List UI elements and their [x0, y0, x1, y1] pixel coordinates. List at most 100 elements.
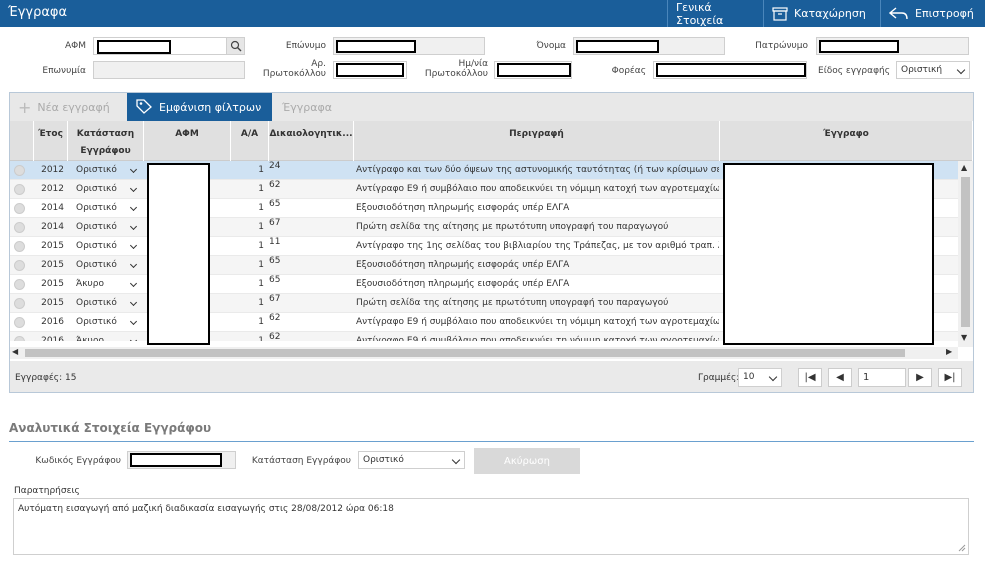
row-select-radio[interactable]	[14, 260, 25, 271]
rows-per-page-label: Γραμμές:	[698, 373, 740, 383]
scroll-down-icon[interactable]: ▼	[961, 333, 967, 342]
redacted-patronymo	[819, 40, 899, 53]
rows-per-page-select[interactable]: 10	[738, 368, 782, 387]
cell-status[interactable]: Οριστικό	[76, 237, 136, 256]
row-select-radio[interactable]	[14, 222, 25, 233]
remarks-textarea[interactable]: Αυτόματη εισαγωγή από μαζική διαδικασία …	[13, 498, 969, 555]
cancel-document-button[interactable]: Ακύρωση εγγράφου	[474, 448, 580, 491]
back-button[interactable]: Επιστροφή	[880, 0, 985, 27]
cell-status[interactable]: Οριστικό	[76, 313, 136, 332]
redacted-onoma	[576, 40, 659, 53]
cell-desc: Εξουσιοδότηση πληρωμής εισφοράς υπέρ ΕΛΓ…	[356, 279, 570, 289]
cell-dik: 65	[269, 199, 281, 209]
page-number-input[interactable]: 1	[858, 368, 906, 387]
redacted-foreas	[656, 63, 806, 77]
cell-aa: 1	[258, 203, 264, 213]
cell-aa: 1	[258, 317, 264, 327]
doc-status-label: Κατάσταση Εγγράφου	[251, 456, 351, 466]
redacted-im-protokollou	[497, 63, 571, 77]
cell-dik: 67	[269, 294, 281, 304]
vertical-scroll-thumb[interactable]	[961, 177, 970, 327]
col-desc[interactable]: Περιγραφή	[354, 121, 720, 161]
show-filters-tab[interactable]: Εμφάνιση φίλτρων	[127, 93, 272, 121]
cell-status[interactable]: Άκυρο	[76, 332, 136, 341]
row-select-radio[interactable]	[14, 165, 25, 176]
prev-page-icon: ◀	[836, 372, 844, 383]
row-select-radio[interactable]	[14, 279, 25, 290]
details-section-title: Αναλυτικά Στοιχεία Εγγράφου	[9, 421, 212, 435]
afm-search-button[interactable]	[226, 37, 245, 55]
cell-status[interactable]: Οριστικό	[76, 294, 136, 313]
row-select-radio[interactable]	[14, 184, 25, 195]
panel-tabs: + Νέα εγγραφή Εμφάνιση φίλτρων Έγγραφα	[10, 93, 973, 121]
doc-status-select[interactable]: Οριστικό	[358, 451, 465, 469]
cell-desc: Αντίγραφο και των δύο όψεων της αστυνομι…	[356, 165, 719, 175]
cell-status[interactable]: Άκυρο	[76, 275, 136, 294]
col-status[interactable]: Κατάσταση Εγγράφου	[68, 121, 144, 161]
first-page-button[interactable]: |◀	[798, 368, 822, 387]
prev-page-button[interactable]: ◀	[828, 368, 852, 387]
row-select-radio[interactable]	[14, 203, 25, 214]
eponymia-label: Επωνυμία	[42, 66, 86, 76]
eponymo-label: Επώνυμο	[285, 41, 326, 51]
cell-status[interactable]: Οριστικό	[76, 218, 136, 237]
row-select-radio[interactable]	[14, 336, 25, 341]
horizontal-scrollbar[interactable]: ◀ ▶	[10, 347, 958, 359]
page-title: Έγγραφα	[8, 5, 68, 20]
cell-aa: 1	[258, 279, 264, 289]
documents-tab[interactable]: Έγγραφα	[274, 93, 340, 121]
doc-code-label: Κωδικός Εγγράφου	[35, 456, 121, 466]
cell-aa: 1	[258, 184, 264, 194]
row-select-radio[interactable]	[14, 317, 25, 328]
redacted-afm-column	[147, 163, 210, 345]
cell-status[interactable]: Οριστικό	[76, 199, 136, 218]
cancel-document-label-1: Ακύρωση	[504, 456, 550, 467]
row-select-radio[interactable]	[14, 241, 25, 252]
cell-year: 2015	[41, 241, 64, 251]
back-label: Επιστροφή	[915, 7, 974, 20]
new-record-label: Νέα εγγραφή	[37, 100, 110, 114]
last-page-button[interactable]: ▶|	[938, 368, 962, 387]
last-page-icon: ▶|	[944, 372, 956, 383]
cell-dik: 62	[269, 180, 281, 190]
documents-grid-panel: + Νέα εγγραφή Εμφάνιση φίλτρων Έγγραφα Έ…	[9, 92, 974, 393]
register-button[interactable]: Καταχώρηση	[763, 0, 880, 27]
cell-year: 2012	[41, 184, 64, 194]
cell-year: 2016	[41, 336, 64, 341]
first-page-icon: |◀	[804, 372, 816, 383]
redacted-afm	[97, 40, 171, 54]
horizontal-scroll-thumb[interactable]	[25, 349, 905, 357]
cell-year: 2015	[41, 279, 64, 289]
scroll-left-icon[interactable]: ◀	[12, 347, 18, 356]
cell-status[interactable]: Οριστικό	[76, 180, 136, 199]
eponymia-input[interactable]	[93, 61, 245, 79]
cell-desc: Αντίγραφο Ε9 ή συμβόλαιο που αποδεικνύει…	[356, 184, 719, 194]
plus-icon: +	[18, 97, 32, 117]
cell-aa: 1	[258, 260, 264, 270]
col-doc[interactable]: Έγγραφο	[720, 121, 973, 161]
new-record-tab[interactable]: + Νέα εγγραφή	[10, 93, 127, 121]
general-info-button[interactable]: Γενικά Στοιχεία	[667, 0, 763, 27]
col-aa[interactable]: Α/Α	[231, 121, 269, 161]
vertical-scrollbar[interactable]: ▲ ▼	[958, 161, 973, 347]
next-page-button[interactable]: ▶	[908, 368, 932, 387]
col-year[interactable]: Έτος	[34, 121, 68, 161]
row-select-radio[interactable]	[14, 298, 25, 309]
cell-status[interactable]: Οριστικό	[76, 161, 136, 180]
col-afm[interactable]: ΑΦΜ	[144, 121, 231, 161]
onoma-label: Όνομα	[536, 41, 566, 51]
resize-handle-icon[interactable]	[958, 544, 966, 552]
ar-protokollou-label: Αρ. Πρωτοκόλλου	[262, 59, 326, 79]
patronymo-label: Πατρώνυμο	[755, 41, 808, 51]
chevron-down-icon	[956, 65, 966, 75]
cell-status[interactable]: Οριστικό	[76, 256, 136, 275]
scroll-right-icon[interactable]: ▶	[946, 347, 952, 356]
search-icon	[230, 40, 242, 52]
scroll-up-icon[interactable]: ▲	[961, 163, 967, 172]
section-divider	[9, 441, 974, 442]
redacted-doc-code	[130, 453, 222, 467]
remarks-label: Παρατηρήσεις	[14, 486, 80, 496]
cell-aa: 1	[258, 336, 264, 341]
eidos-select[interactable]: Οριστική	[896, 61, 970, 79]
col-dik[interactable]: Δικαιολογητικ...	[269, 121, 354, 161]
